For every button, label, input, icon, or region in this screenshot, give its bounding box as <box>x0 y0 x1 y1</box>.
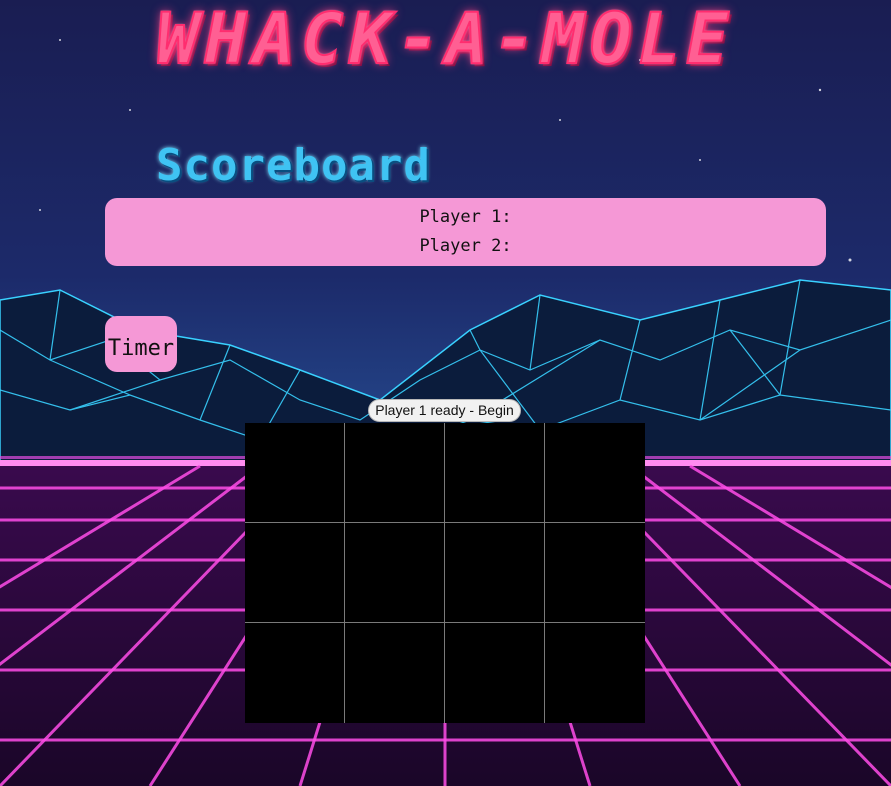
mole-hole[interactable] <box>545 423 645 523</box>
mole-hole[interactable] <box>345 423 445 523</box>
player1-score: Player 1: <box>419 207 512 227</box>
mole-hole[interactable] <box>245 523 345 623</box>
mole-hole[interactable] <box>545 523 645 623</box>
mole-hole[interactable] <box>445 523 545 623</box>
scoreboard-panel: Player 1: Player 2: <box>105 198 826 266</box>
scoreboard-heading: Scoreboard <box>156 140 431 191</box>
mole-hole[interactable] <box>545 623 645 723</box>
mole-hole[interactable] <box>445 423 545 523</box>
timer-display: Timer <box>105 316 177 372</box>
player2-score: Player 2: <box>419 236 512 256</box>
mole-hole[interactable] <box>245 423 345 523</box>
mole-hole[interactable] <box>345 623 445 723</box>
begin-button[interactable]: Player 1 ready - Begin <box>368 399 521 422</box>
mole-hole[interactable] <box>245 623 345 723</box>
mole-hole[interactable] <box>445 623 545 723</box>
game-title: WHACK-A-MOLE <box>156 0 735 80</box>
mole-hole[interactable] <box>345 523 445 623</box>
mole-board <box>245 423 645 723</box>
